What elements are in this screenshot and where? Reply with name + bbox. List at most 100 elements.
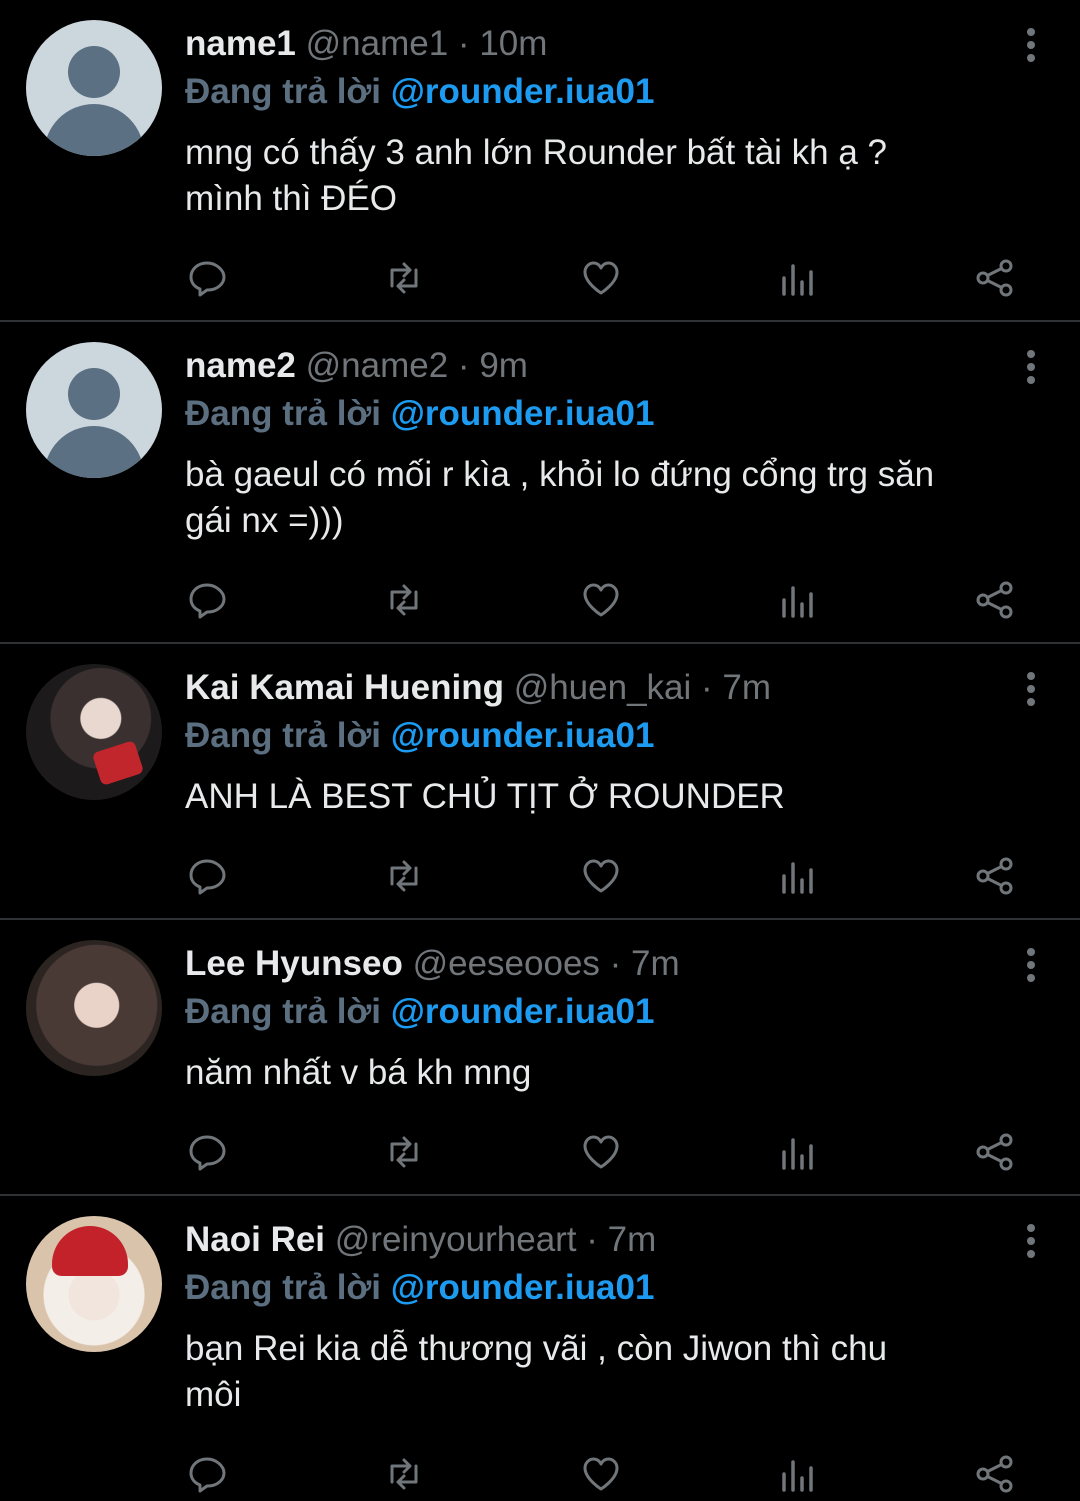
avatar[interactable] [26,342,162,478]
display-name[interactable]: Kai Kamai Huening [185,668,504,707]
replying-to-handle[interactable]: @rounder.iua01 [391,992,655,1031]
more-vertical-icon[interactable] [1026,948,1036,982]
tweet-text-line: mng có thấy 3 anh lớn Rounder bất tài kh… [185,133,887,172]
heart-icon[interactable] [579,1130,623,1174]
replying-to-handle[interactable]: @rounder.iua01 [391,716,655,755]
tweet-text-line: năm nhất v bá kh mng [185,1053,532,1092]
display-name[interactable]: Lee Hyunseo [185,944,403,983]
action-bar [185,256,1025,300]
heart-icon[interactable] [579,256,623,300]
retweet-icon[interactable] [382,854,426,898]
heart-icon[interactable] [579,854,623,898]
reply-icon[interactable] [185,578,229,622]
share-icon[interactable] [973,256,1017,300]
tweet-header: Lee Hyunseo @eeseooes · 7m [185,942,680,986]
tweet[interactable]: Lee Hyunseo @eeseooes · 7m Đang trả lời … [0,920,1080,1196]
replying-to-label: Đang trả lời [185,1268,382,1307]
retweet-icon[interactable] [382,256,426,300]
replying-to-label: Đang trả lời [185,716,382,755]
avatar-body-shape [44,104,144,156]
reply-icon[interactable] [185,256,229,300]
separator-dot: · [457,346,470,385]
share-icon[interactable] [973,578,1017,622]
heart-icon[interactable] [579,1452,623,1496]
retweet-icon[interactable] [382,1130,426,1174]
timestamp[interactable]: 7m [631,944,680,983]
display-name[interactable]: name2 [185,346,296,385]
avatar-body-shape [44,426,144,478]
replying-to-handle[interactable]: @rounder.iua01 [391,394,655,433]
replying-to-label: Đang trả lời [185,394,382,433]
tweet-header: Kai Kamai Huening @huen_kai · 7m [185,666,771,710]
replying-to: Đang trả lời @rounder.iua01 [185,990,654,1034]
tweet-text: bạn Rei kia dễ thương vãi , còn Jiwon th… [185,1326,1055,1418]
more-vertical-icon[interactable] [1026,350,1036,384]
avatar[interactable] [26,20,162,156]
timestamp[interactable]: 9m [479,346,528,385]
tweet-header: name1 @name1 · 10m [185,22,547,66]
views-icon[interactable] [776,256,820,300]
avatar[interactable] [26,1216,162,1352]
tweet-text-line: ANH LÀ BEST CHỦ TỊT Ở ROUNDER [185,777,785,816]
tweet-text: năm nhất v bá kh mng [185,1050,1055,1096]
tweet-text-line: mình thì ĐÉO [185,179,398,218]
tweet-text: bà gaeul có mối r kìa , khỏi lo đứng cổn… [185,452,1055,544]
action-bar [185,1130,1025,1174]
retweet-icon[interactable] [382,1452,426,1496]
replying-to: Đang trả lời @rounder.iua01 [185,392,654,436]
action-bar [185,578,1025,622]
separator-dot: · [586,1220,598,1259]
tweet-text-line: gái nx =))) [185,501,344,540]
avatar-photo-detail [52,1226,128,1276]
share-icon[interactable] [973,854,1017,898]
separator-dot: · [457,24,470,63]
separator-dot: · [609,944,622,983]
timestamp[interactable]: 7m [722,668,771,707]
replying-to-handle[interactable]: @rounder.iua01 [391,72,655,111]
timestamp[interactable]: 10m [479,24,547,63]
username[interactable]: @reinyourheart [335,1220,577,1259]
reply-icon[interactable] [185,854,229,898]
action-bar [185,1452,1025,1496]
tweet-text: ANH LÀ BEST CHỦ TỊT Ở ROUNDER [185,774,1055,820]
username[interactable]: @name2 [306,346,449,385]
tweet[interactable]: Naoi Rei @reinyourheart · 7m Đang trả lờ… [0,1196,1080,1501]
views-icon[interactable] [776,854,820,898]
tweet[interactable]: Kai Kamai Huening @huen_kai · 7m Đang tr… [0,644,1080,920]
replying-to: Đang trả lời @rounder.iua01 [185,1266,654,1310]
views-icon[interactable] [776,578,820,622]
separator-dot: · [701,668,713,707]
tweet[interactable]: name1 @name1 · 10m Đang trả lời @rounder… [0,0,1080,322]
tweet-header: name2 @name2 · 9m [185,344,528,388]
avatar[interactable] [26,664,162,800]
tweet-text-line: môi [185,1375,242,1414]
share-icon[interactable] [973,1130,1017,1174]
tweet[interactable]: name2 @name2 · 9m Đang trả lời @rounder.… [0,322,1080,644]
timestamp[interactable]: 7m [608,1220,657,1259]
action-bar [185,854,1025,898]
more-vertical-icon[interactable] [1026,1224,1036,1258]
tweet-text: mng có thấy 3 anh lớn Rounder bất tài kh… [185,130,1055,222]
share-icon[interactable] [973,1452,1017,1496]
more-vertical-icon[interactable] [1026,28,1036,62]
reply-icon[interactable] [185,1130,229,1174]
more-vertical-icon[interactable] [1026,672,1036,706]
username[interactable]: @name1 [306,24,449,63]
replying-to: Đang trả lời @rounder.iua01 [185,70,654,114]
username[interactable]: @huen_kai [514,668,692,707]
display-name[interactable]: Naoi Rei [185,1220,325,1259]
heart-icon[interactable] [579,578,623,622]
avatar-head-shape [68,368,120,420]
replying-to-handle[interactable]: @rounder.iua01 [391,1268,655,1307]
avatar-photo-detail [91,740,145,786]
tweet-text-line: bạn Rei kia dễ thương vãi , còn Jiwon th… [185,1329,888,1368]
retweet-icon[interactable] [382,578,426,622]
views-icon[interactable] [776,1452,820,1496]
tweet-header: Naoi Rei @reinyourheart · 7m [185,1218,656,1262]
reply-icon[interactable] [185,1452,229,1496]
replying-to-label: Đang trả lời [185,992,382,1031]
avatar[interactable] [26,940,162,1076]
username[interactable]: @eeseooes [413,944,600,983]
display-name[interactable]: name1 [185,24,296,63]
views-icon[interactable] [776,1130,820,1174]
